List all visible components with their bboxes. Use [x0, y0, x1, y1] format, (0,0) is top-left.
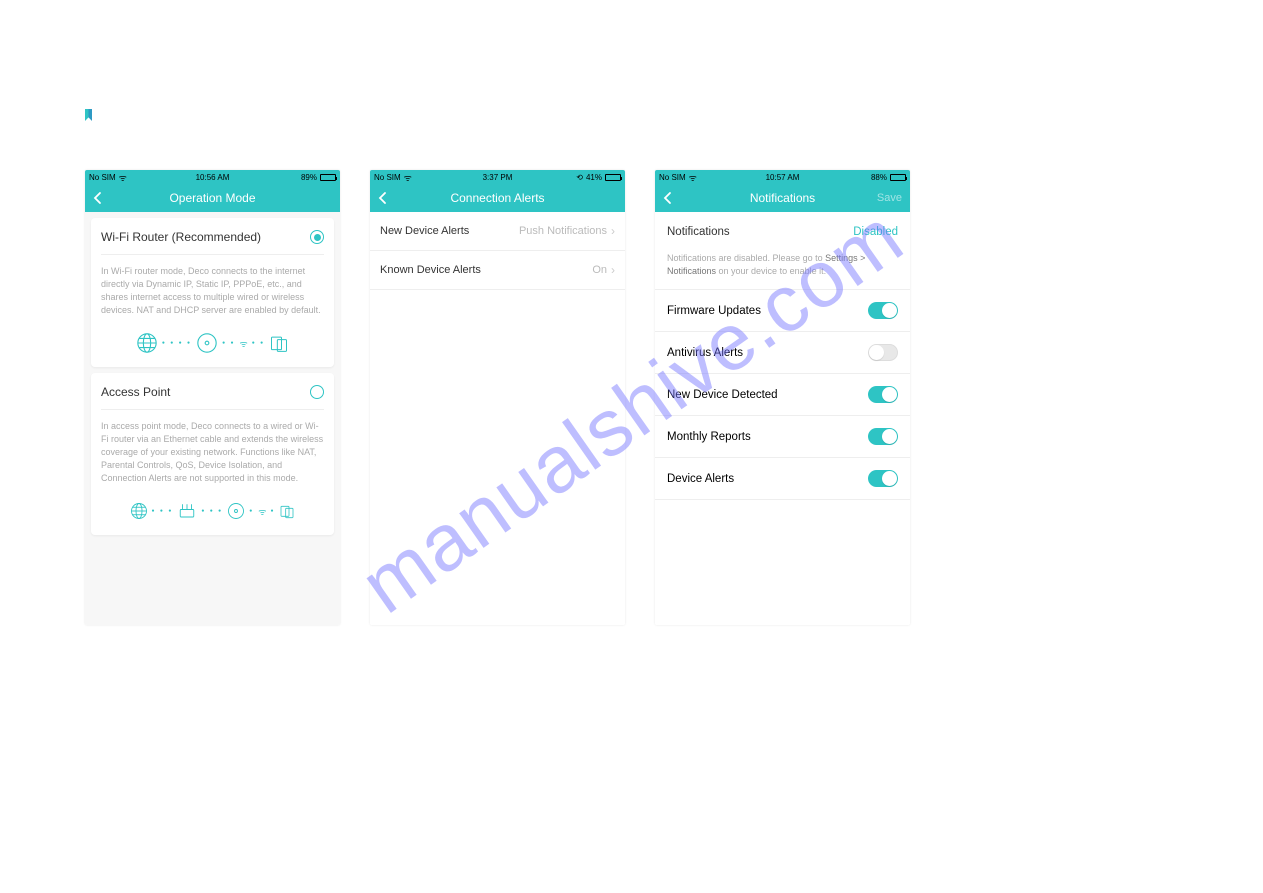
deco-icon: [227, 502, 245, 520]
row-value: On: [592, 264, 607, 276]
carrier-label: No SIM: [374, 173, 401, 182]
row-known-device-alerts[interactable]: Known Device Alerts On ›: [370, 251, 625, 290]
toggle-switch[interactable]: [868, 470, 898, 487]
globe-icon: [130, 502, 148, 520]
content-area: Notifications Disabled Notifications are…: [655, 212, 910, 625]
globe-icon: [136, 332, 158, 354]
toggle-row-new-device-detected: New Device Detected: [655, 374, 910, 416]
toggle-row-monthly-reports: Monthly Reports: [655, 416, 910, 458]
toggle-row-firmware-updates: Firmware Updates: [655, 290, 910, 332]
row-label: New Device Alerts: [380, 225, 469, 237]
back-button[interactable]: [91, 191, 105, 205]
back-button[interactable]: [661, 191, 675, 205]
card-title: Access Point: [101, 385, 170, 399]
phone-notifications: No SIM ᯤ 10:57 AM 88% Notifications Save…: [655, 170, 910, 625]
mode-card-access-point[interactable]: Access Point In access point mode, Deco …: [91, 373, 334, 535]
note-text-post: on your device to enable it.: [716, 266, 826, 276]
toggle-label: Antivirus Alerts: [667, 347, 743, 359]
toggle-switch[interactable]: [868, 386, 898, 403]
page-title: Operation Mode: [169, 191, 255, 205]
radio-selected[interactable]: [310, 230, 324, 244]
back-button[interactable]: [376, 191, 390, 205]
toggle-switch[interactable]: [868, 344, 898, 361]
clock: 10:57 AM: [766, 173, 800, 182]
note-text-pre: Notifications are disabled. Please go to: [667, 253, 825, 263]
page-title: Notifications: [750, 191, 815, 205]
chevron-right-icon: ›: [611, 224, 615, 238]
mode-card-wifi-router[interactable]: Wi-Fi Router (Recommended) In Wi-Fi rout…: [91, 218, 334, 367]
row-new-device-alerts[interactable]: New Device Alerts Push Notifications ›: [370, 212, 625, 251]
battery-pct: 89%: [301, 173, 317, 182]
battery-icon: [320, 174, 336, 181]
notifications-status-row: Notifications Disabled: [655, 212, 910, 248]
battery-icon: [605, 174, 621, 181]
status-bar: No SIM ᯤ 10:57 AM 88%: [655, 170, 910, 184]
status-bar: No SIM ᯤ 10:56 AM 89%: [85, 170, 340, 184]
wifi-symbol-icon: ᯤ: [240, 337, 248, 350]
radio-unselected[interactable]: [310, 385, 324, 399]
wifi-icon: ᯤ: [404, 171, 412, 184]
phone-connection-alerts: No SIM ᯤ 3:37 PM ⟲ 41% Connection Alerts…: [370, 170, 625, 625]
row-label: Known Device Alerts: [380, 264, 481, 276]
save-button[interactable]: Save: [877, 192, 902, 204]
battery-pct: 88%: [871, 173, 887, 182]
navbar: Notifications Save: [655, 184, 910, 212]
carrier-label: No SIM: [659, 173, 686, 182]
devices-icon: [279, 503, 295, 519]
devices-icon: [269, 333, 289, 353]
wifi-symbol-icon: ᯤ: [258, 505, 266, 518]
notifications-disabled-note: Notifications are disabled. Please go to…: [655, 248, 910, 290]
row-value: Disabled: [853, 226, 898, 238]
card-title: Wi-Fi Router (Recommended): [101, 230, 261, 244]
toggle-row-antivirus-alerts: Antivirus Alerts: [655, 332, 910, 374]
wifi-icon: ᯤ: [119, 171, 127, 184]
navbar: Operation Mode: [85, 184, 340, 212]
bookmark-icon: [85, 109, 92, 121]
wifi-icon: ᯤ: [689, 171, 697, 184]
card-description: In access point mode, Deco connects to a…: [101, 410, 324, 493]
router-icon: [177, 502, 197, 520]
toggle-label: Monthly Reports: [667, 431, 751, 443]
card-description: In Wi-Fi router mode, Deco connects to t…: [101, 255, 324, 325]
chevron-right-icon: ›: [611, 263, 615, 277]
toggle-switch[interactable]: [868, 302, 898, 319]
deco-icon: [196, 332, 218, 354]
phone-operation-mode: No SIM ᯤ 10:56 AM 89% Operation Mode Wi-…: [85, 170, 340, 625]
clock: 10:56 AM: [196, 173, 230, 182]
clock: 3:37 PM: [483, 173, 513, 182]
toggle-switch[interactable]: [868, 428, 898, 445]
toggle-label: New Device Detected: [667, 389, 778, 401]
navbar: Connection Alerts: [370, 184, 625, 212]
toggle-row-device-alerts: Device Alerts: [655, 458, 910, 500]
content-area: Wi-Fi Router (Recommended) In Wi-Fi rout…: [85, 212, 340, 625]
orientation-lock-icon: ⟲: [576, 173, 583, 182]
illustration-router-mode: ● ● ● ● ● ● ᯤ ● ●: [101, 325, 324, 361]
row-value: Push Notifications: [519, 225, 607, 237]
toggle-label: Firmware Updates: [667, 305, 761, 317]
status-bar: No SIM ᯤ 3:37 PM ⟲ 41%: [370, 170, 625, 184]
row-label: Notifications: [667, 226, 730, 238]
carrier-label: No SIM: [89, 173, 116, 182]
battery-icon: [890, 174, 906, 181]
illustration-ap-mode: ● ● ● ● ● ● ● ᯤ ●: [101, 493, 324, 529]
battery-pct: 41%: [586, 173, 602, 182]
toggle-label: Device Alerts: [667, 473, 734, 485]
page-title: Connection Alerts: [450, 191, 544, 205]
content-area: New Device Alerts Push Notifications › K…: [370, 212, 625, 625]
phones-row: No SIM ᯤ 10:56 AM 89% Operation Mode Wi-…: [85, 170, 910, 625]
